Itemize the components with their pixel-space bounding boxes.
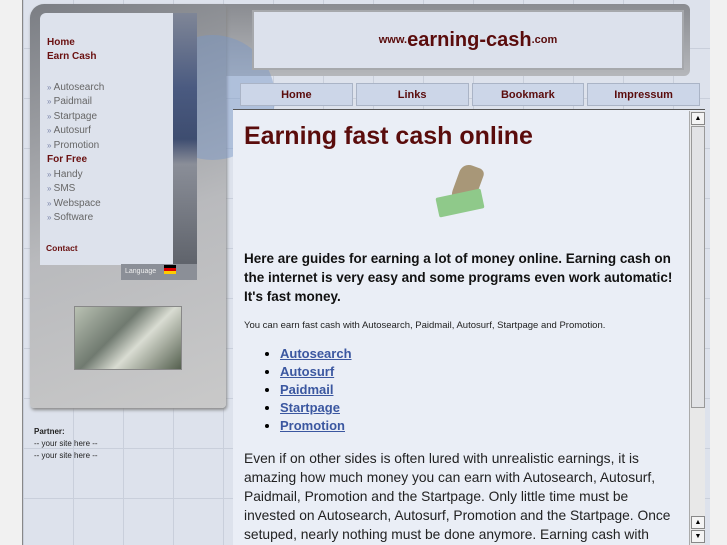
nav-paidmail[interactable]: Paidmail xyxy=(47,96,92,107)
intro-text: You can earn fast cash with Autosearch, … xyxy=(244,320,606,331)
link-autosearch[interactable]: Autosearch xyxy=(280,346,352,361)
partner-link[interactable]: -- your site here -- xyxy=(34,438,98,450)
program-list: Autosearch Autosurf Paidmail Startpage P… xyxy=(280,345,676,435)
tab-links[interactable]: Links xyxy=(355,83,469,106)
scroll-up-icon[interactable]: ▲ xyxy=(691,112,705,125)
tab-impressum[interactable]: Impressum xyxy=(587,83,700,106)
money-image xyxy=(74,306,182,370)
decorative-strip xyxy=(173,13,197,265)
nav-home[interactable]: Home xyxy=(47,37,75,48)
list-item: Startpage xyxy=(280,399,676,417)
link-startpage[interactable]: Startpage xyxy=(280,400,340,415)
top-nav: Home Links Bookmark Impressum xyxy=(240,83,700,106)
nav-contact[interactable]: Contact xyxy=(46,243,78,253)
german-flag-icon[interactable] xyxy=(164,265,176,274)
scroll-down-icon[interactable]: ▼ xyxy=(691,530,705,543)
lead-paragraph: Here are guides for earning a lot of mon… xyxy=(244,251,673,304)
tab-bookmark[interactable]: Bookmark xyxy=(471,83,585,106)
list-item: Promotion xyxy=(280,417,676,435)
link-paidmail[interactable]: Paidmail xyxy=(280,382,333,397)
scroll-up-icon[interactable]: ▲ xyxy=(691,516,705,529)
content-frame: Earning fast cash online Here are guides… xyxy=(233,109,705,545)
partner-section: Partner: -- your site here -- -- your si… xyxy=(34,426,98,462)
nav-for-free[interactable]: For Free xyxy=(47,154,87,165)
scrollbar-thumb[interactable] xyxy=(691,126,705,408)
list-item: Paidmail xyxy=(280,381,676,399)
hand-with-money-image xyxy=(435,162,486,221)
nav-promotion[interactable]: Promotion xyxy=(47,140,100,151)
list-item: Autosearch xyxy=(280,345,676,363)
nav-earn-cash[interactable]: Earn Cash xyxy=(47,51,96,62)
nav-startpage[interactable]: Startpage xyxy=(47,111,97,122)
link-autosurf[interactable]: Autosurf xyxy=(280,364,334,379)
nav-webspace[interactable]: Webspace xyxy=(47,198,101,209)
link-promotion[interactable]: Promotion xyxy=(280,418,345,433)
page-title: Earning fast cash online xyxy=(244,122,533,150)
language-selector[interactable]: Language xyxy=(121,264,197,280)
partner-link[interactable]: -- your site here -- xyxy=(34,450,98,462)
site-logo[interactable]: www. earning-cash .com xyxy=(252,10,684,70)
nav-autosurf[interactable]: Autosurf xyxy=(47,125,91,136)
tab-home[interactable]: Home xyxy=(240,83,353,106)
nav-software[interactable]: Software xyxy=(47,212,93,223)
nav-sms[interactable]: SMS xyxy=(47,183,76,194)
scrollbar[interactable]: ▲ ▲ ▼ xyxy=(689,111,705,545)
nav-handy[interactable]: Handy xyxy=(47,169,83,180)
list-item: Autosurf xyxy=(280,363,676,381)
nav-autosearch[interactable]: Autosearch xyxy=(47,82,105,93)
partner-title: Partner: xyxy=(34,427,65,436)
body-paragraph: Even if on other sides is often lured wi… xyxy=(244,451,671,542)
